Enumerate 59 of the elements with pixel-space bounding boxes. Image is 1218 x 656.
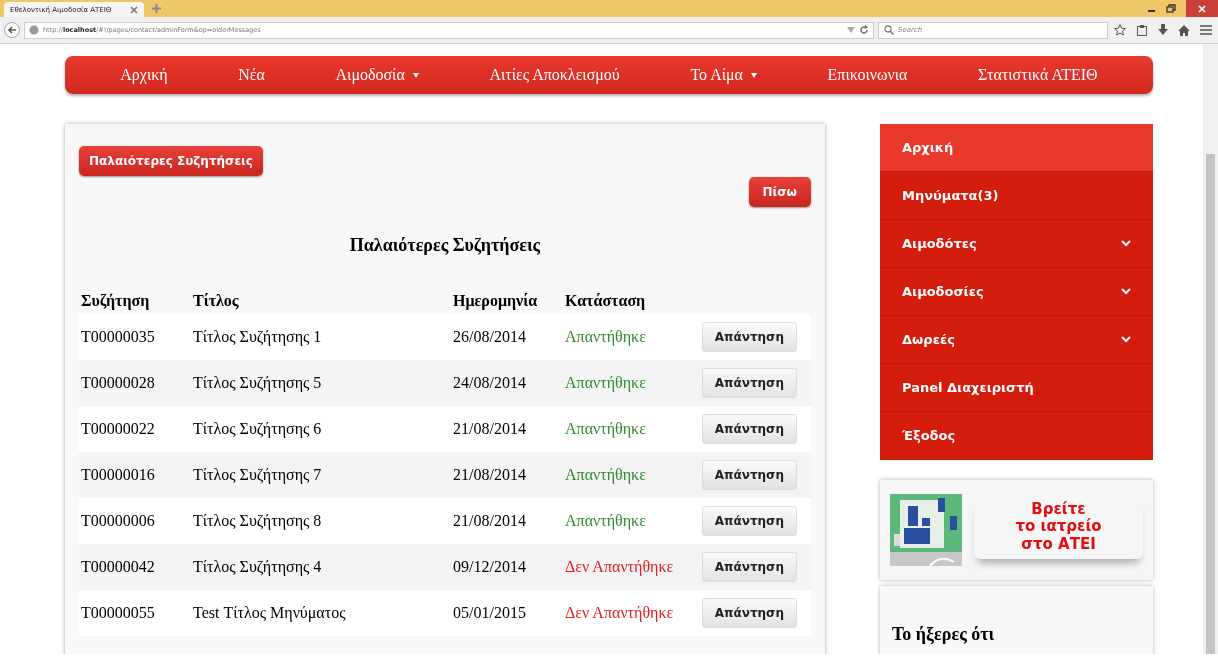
status-cell: Απαντήθηκε [563, 498, 687, 544]
nav-link[interactable]: Νέα [238, 66, 265, 84]
table-cell: T00000016 [79, 452, 191, 498]
reply-button[interactable]: Απάντηση [701, 506, 797, 536]
table-cell: T00000006 [79, 498, 191, 544]
nav-link[interactable]: Στατιστικά ΑΤΕΙΘ [978, 66, 1098, 84]
table-cell: 24/08/2014 [451, 360, 563, 406]
table-cell: T00000042 [79, 544, 191, 590]
nav-link[interactable]: Το Αίμα [690, 66, 757, 84]
table-cell: T00000035 [79, 314, 191, 360]
table-cell: 21/08/2014 [451, 452, 563, 498]
status-cell: Δεν Απαντήθηκε [563, 544, 687, 590]
table-cell: Τίτλος Συζήτησης 7 [191, 452, 451, 498]
column-header: Τίτλος [191, 292, 451, 314]
reply-button[interactable]: Απάντηση [701, 368, 797, 398]
back-button[interactable]: Πίσω [748, 177, 811, 207]
table-cell: 09/12/2014 [451, 544, 563, 590]
nav-link[interactable]: Επικοινωνια [827, 66, 908, 84]
table-cell: Test Τίτλος Μηνύματος [191, 590, 451, 636]
status-cell: Απαντήθηκε [563, 360, 687, 406]
table-cell: Τίτλος Συζήτησης 1 [191, 314, 451, 360]
table-cell: 05/01/2015 [451, 590, 563, 636]
reply-button[interactable]: Απάντηση [701, 322, 797, 352]
table-cell: Τίτλος Συζήτησης 8 [191, 498, 451, 544]
sidebar-item[interactable]: Αρχική [880, 124, 1153, 172]
map-card[interactable]: Βρείτε το ιατρείο στο ΑΤΕΙ [880, 480, 1153, 580]
reply-button[interactable]: Απάντηση [701, 552, 797, 582]
column-header: Ημερομηνία [451, 292, 563, 314]
table-cell: 21/08/2014 [451, 406, 563, 452]
table-cell: Τίτλος Συζήτησης 4 [191, 544, 451, 590]
table-cell: Τίτλος Συζήτησης 6 [191, 406, 451, 452]
did-you-know-heading: Το ήξερες ότι [892, 624, 996, 645]
status-cell: Απαντήθηκε [563, 314, 687, 360]
sidebar-item[interactable]: Μηνύματα(3) [880, 172, 1153, 220]
reply-button[interactable]: Απάντηση [701, 414, 797, 444]
status-cell: Δεν Απαντήθηκε [563, 590, 687, 636]
column-header: Κατάσταση [563, 292, 687, 314]
table-cell: 26/08/2014 [451, 314, 563, 360]
reply-button[interactable]: Απάντηση [701, 598, 797, 628]
find-clinic-label[interactable]: Βρείτε το ιατρείο στο ΑΤΕΙ [974, 501, 1143, 559]
nav-link[interactable]: Αρχική [120, 66, 168, 84]
sidebar-item[interactable]: Panel Διαχειριστή [880, 364, 1153, 412]
reply-button[interactable]: Απάντηση [701, 460, 797, 490]
nav-link[interactable]: Αιμοδοσία [335, 66, 419, 84]
table-cell: 21/08/2014 [451, 498, 563, 544]
sidebar-item[interactable]: Αιμοδοσίες [880, 268, 1153, 316]
sidebar-item[interactable]: Δωρεές [880, 316, 1153, 364]
sidebar-item[interactable]: Αιμοδότες [880, 220, 1153, 268]
older-discussions-button[interactable]: Παλαιότερες Συζητήσεις [79, 146, 263, 176]
table-cell: T00000028 [79, 360, 191, 406]
nav-link[interactable]: Αιτίες Αποκλεισμού [489, 66, 620, 84]
status-cell: Απαντήθηκε [563, 452, 687, 498]
status-cell: Απαντήθηκε [563, 406, 687, 452]
table-cell: T00000055 [79, 590, 191, 636]
column-header: Συζήτηση [79, 292, 191, 314]
table-cell: Τίτλος Συζήτησης 5 [191, 360, 451, 406]
table-cell: T00000022 [79, 406, 191, 452]
sidebar-item[interactable]: Έξοδος [880, 412, 1153, 460]
page-heading: Παλαιότερες Συζητήσεις [348, 235, 542, 256]
